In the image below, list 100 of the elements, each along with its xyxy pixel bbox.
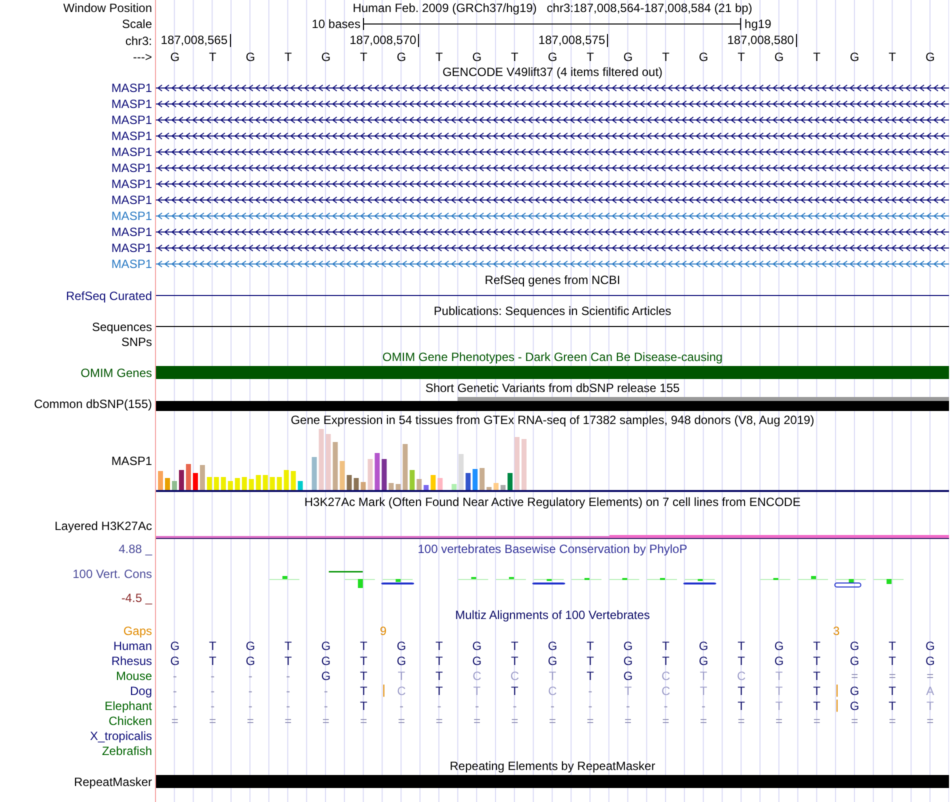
base-letter: T <box>284 50 292 64</box>
track-label[interactable]: MASP1 <box>111 113 155 127</box>
track-label[interactable]: MASP1 <box>111 145 155 159</box>
aligned-base: G <box>170 638 180 652</box>
aligned-base: T <box>360 638 368 652</box>
aligned-base: T <box>662 654 670 668</box>
track-label[interactable]: MASP1 <box>111 129 155 143</box>
aligned-base: T <box>888 684 896 698</box>
track-title: OMIM Gene Phenotypes - Dark Green Can Be Disease-causing <box>382 350 723 364</box>
track-label[interactable]: MASP1 <box>111 81 155 95</box>
track-label[interactable]: Zebrafish <box>102 744 155 758</box>
aligned-base: G <box>472 654 482 668</box>
base-letter: T <box>436 50 443 64</box>
coordinate-label: 187,008,575 <box>538 34 608 47</box>
aligned-base: = <box>738 714 745 728</box>
aligned-base: G <box>774 654 784 668</box>
track-label[interactable]: RefSeq Curated <box>66 288 155 302</box>
aligned-base: C <box>397 684 406 698</box>
aligned-base: G <box>246 638 256 652</box>
aligned-base: G <box>472 638 482 652</box>
aligned-base: G <box>321 668 331 682</box>
track-label[interactable]: Human <box>113 638 155 652</box>
track-label[interactable]: OMIM Genes <box>80 366 155 380</box>
track-label[interactable]: MASP1 <box>111 161 155 175</box>
aligned-base: = <box>888 714 896 728</box>
aligned-base: = <box>171 714 178 728</box>
aligned-base: = <box>473 714 480 728</box>
aligned-base: C <box>548 684 557 698</box>
base-letter: T <box>813 50 820 64</box>
aligned-base: = <box>398 714 405 728</box>
base-letter: T <box>662 50 670 64</box>
aligned-base: T <box>738 698 745 712</box>
row-label[interactable]: ---> <box>133 50 155 64</box>
aligned-base: - <box>210 698 215 712</box>
transcript-drawing[interactable] <box>156 100 949 108</box>
aligned-base: = <box>700 714 708 728</box>
aligned-base: C <box>472 668 482 682</box>
track-label[interactable]: Mouse <box>116 668 155 682</box>
transcript-drawing[interactable] <box>156 228 949 236</box>
track-label[interactable]: Layered H3K27Ac <box>54 519 155 533</box>
transcript-drawing[interactable] <box>156 180 949 188</box>
track-label[interactable]: X_tropicalis <box>90 728 155 742</box>
track-label[interactable]: Rhesus <box>111 654 155 668</box>
aligned-base: T <box>813 668 820 682</box>
aligned-base: - <box>626 698 630 712</box>
aligned-base: C <box>661 684 670 698</box>
aligned-base: - <box>512 698 517 712</box>
track-label[interactable]: Dog <box>130 684 155 698</box>
aligned-base: - <box>702 698 706 712</box>
transcript-drawing[interactable] <box>156 132 949 140</box>
track-label[interactable]: Chicken <box>108 714 155 728</box>
track-label[interactable]: RepeatMasker <box>74 774 155 788</box>
aligned-base: = <box>246 714 254 728</box>
transcript-drawing[interactable] <box>156 84 949 92</box>
aligned-base: T <box>813 684 820 698</box>
track-label[interactable]: 100 Vert. Cons <box>72 566 155 580</box>
signal-line-drawing[interactable] <box>156 535 949 539</box>
aligned-base: G <box>698 638 708 652</box>
aligned-base: G <box>850 638 860 652</box>
track-label[interactable]: Sequences <box>92 320 155 334</box>
transcript-drawing[interactable] <box>156 116 949 124</box>
track-label[interactable]: MASP1 <box>111 177 155 191</box>
row-label[interactable]: Scale <box>122 17 155 31</box>
track-label[interactable]: MASP1 <box>111 225 155 239</box>
aligned-base: T <box>360 698 368 712</box>
aligned-base: - <box>588 684 592 698</box>
track-label[interactable]: MASP1 <box>111 97 155 111</box>
track-label[interactable]: MASP1 <box>111 193 155 207</box>
aligned-base: T <box>436 654 443 668</box>
expression-bars-drawing[interactable] <box>158 429 527 490</box>
track-label[interactable]: SNPs <box>121 334 155 348</box>
aligned-base: - <box>248 684 252 698</box>
aligned-base: G <box>850 684 860 698</box>
aligned-base: - <box>588 698 592 712</box>
aligned-base: T <box>888 654 896 668</box>
track-label[interactable]: Elephant <box>104 698 155 712</box>
aligned-base: T <box>700 668 708 682</box>
aligned-base: - <box>172 698 177 712</box>
coordinate-label: 187,008,580 <box>727 34 797 47</box>
track-label[interactable]: MASP1 <box>111 454 155 468</box>
track-label[interactable]: MASP1 <box>111 209 155 223</box>
track-label[interactable]: MASP1 <box>111 241 155 255</box>
base-letter: G <box>321 50 331 64</box>
aligned-base: G <box>623 654 633 668</box>
track-label[interactable]: Common dbSNP(155) <box>34 397 155 411</box>
aligned-base: - <box>664 698 668 712</box>
track-title: Gene Expression in 54 tissues from GTEx RNA-seq of 17382 samples, 948 donors (V8, Aug 2019) <box>290 413 814 427</box>
row-label[interactable]: chr3: <box>125 34 155 48</box>
aligned-base: - <box>399 698 404 712</box>
row-label[interactable]: Window Position <box>63 1 155 15</box>
base-letter: T <box>511 50 518 64</box>
position-text: chr3:187,008,564-187,008,584 (21 bp) <box>546 1 752 15</box>
transcript-drawing[interactable] <box>156 148 949 156</box>
transcript-drawing[interactable] <box>156 196 949 204</box>
track-label[interactable]: MASP1 <box>111 257 155 271</box>
aligned-base: - <box>550 698 554 712</box>
aligned-base: G <box>623 668 633 682</box>
transcript-drawing[interactable] <box>156 244 949 252</box>
transcript-drawing[interactable] <box>156 164 949 172</box>
gap-count: 9 <box>380 624 387 638</box>
